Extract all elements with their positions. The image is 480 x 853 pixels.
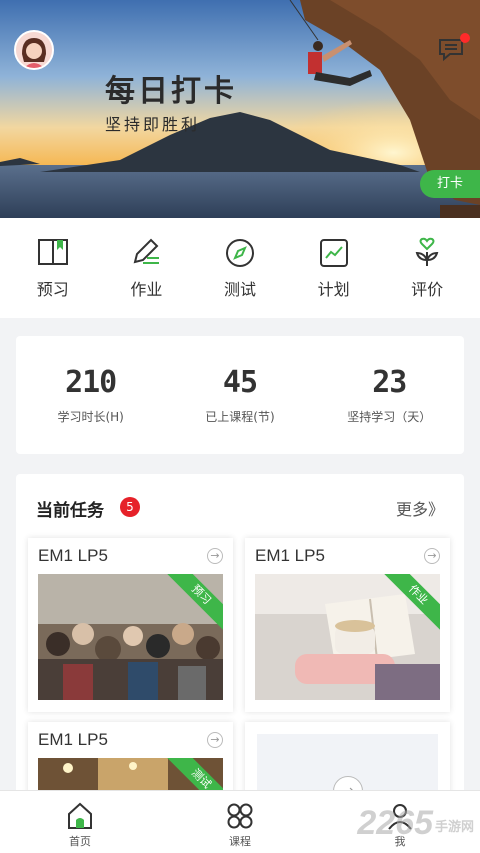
stat-value: 23 <box>372 365 407 400</box>
stat-label: 学习时长(H) <box>57 410 124 424</box>
avatar[interactable] <box>14 30 54 70</box>
task-card-title: EM1 LP5 <box>255 546 325 565</box>
watermark: 2265 手游网 <box>357 804 474 843</box>
grid-icon <box>227 803 253 829</box>
task-card[interactable]: EM1 LP5 → 作业 <box>245 538 450 712</box>
notification-dot <box>460 33 470 43</box>
task-count-badge: 5 <box>120 497 140 517</box>
task-card-title: EM1 LP5 <box>38 730 108 749</box>
quick-action-homework[interactable]: 作业 <box>106 236 186 300</box>
stat-study-hours: 210 学习时长(H) <box>21 365 161 425</box>
arrow-right-icon: → <box>424 548 440 564</box>
hero-title: 每日打卡 <box>105 74 237 109</box>
home-icon <box>68 802 92 829</box>
hero-banner: 每日打卡 坚持即胜利 打卡 <box>0 0 480 218</box>
quick-action-label: 测试 <box>223 280 256 299</box>
heart-plant-icon <box>415 237 439 266</box>
quick-action-test[interactable]: 测试 <box>200 236 280 300</box>
quick-action-label: 计划 <box>317 280 350 299</box>
watermark-text: 2265 <box>357 804 433 842</box>
pencil-icon <box>134 238 160 264</box>
hero-landscape-image <box>0 0 480 218</box>
stats-panel: 210 学习时长(H) 45 已上课程(节) 23 坚持学习（天） <box>16 336 464 454</box>
section-title: 当前任务 <box>36 501 104 521</box>
arrow-right-icon: → <box>207 548 223 564</box>
hero-subtitle: 坚持即胜利 <box>105 115 201 134</box>
nav-home[interactable]: 首页 <box>20 791 140 853</box>
arrow-right-icon: → <box>207 732 223 748</box>
stat-label: 已上课程(节) <box>205 410 275 424</box>
quick-action-review[interactable]: 评价 <box>387 236 467 300</box>
chart-icon <box>319 239 348 267</box>
stat-label: 坚持学习（天） <box>347 410 432 424</box>
stat-streak-days: 23 坚持学习（天） <box>319 365 459 425</box>
watermark-suffix: 手游网 <box>434 818 474 834</box>
quick-action-label: 预习 <box>36 280 69 299</box>
compass-icon <box>225 239 254 267</box>
quick-action-preview[interactable]: 预习 <box>13 236 93 300</box>
current-tasks-panel: 当前任务 5 更多》 EM1 LP5 → 预习 EM1 LP5 → 作业 EM1… <box>16 474 464 804</box>
task-card[interactable]: EM1 LP5 → 预习 <box>28 538 233 712</box>
checkin-button[interactable]: 打卡 <box>420 170 480 198</box>
book-icon <box>37 239 68 265</box>
quick-actions: 预习 作业 测试 计划 评价 <box>0 218 480 318</box>
task-card-title: EM1 LP5 <box>38 546 108 565</box>
crowd-photo: 预习 <box>38 574 223 700</box>
more-link[interactable]: 更多》 <box>396 496 444 520</box>
reading-photo: 作业 <box>255 574 440 700</box>
stat-value: 210 <box>65 365 117 400</box>
stat-courses: 45 已上课程(节) <box>170 365 310 425</box>
quick-action-label: 评价 <box>411 280 444 299</box>
nav-label: 课程 <box>229 835 251 848</box>
stat-value: 45 <box>222 365 258 400</box>
nav-courses[interactable]: 课程 <box>180 791 300 853</box>
quick-action-label: 作业 <box>130 280 163 299</box>
quick-action-plan[interactable]: 计划 <box>294 236 374 300</box>
nav-label: 首页 <box>69 835 91 848</box>
